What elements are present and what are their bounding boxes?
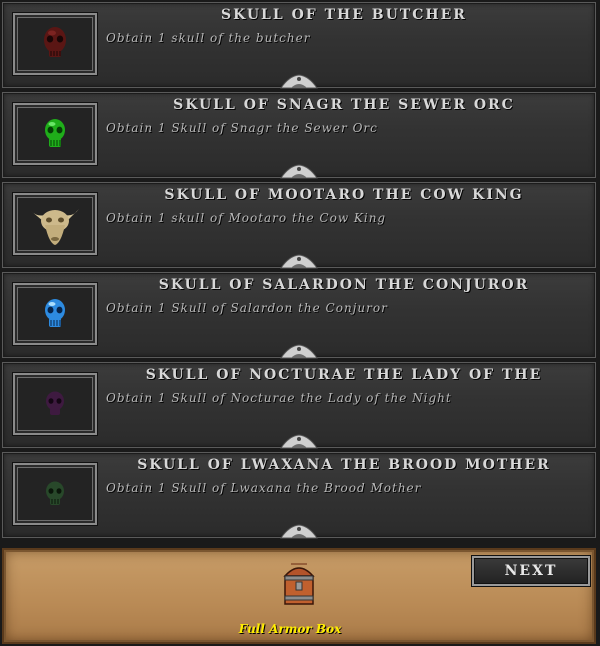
quest-row: SKULL OF MOOTARO THE COW KING Obtain 1 s… xyxy=(2,182,596,269)
quest-row: SKULL OF LWAXANA THE BROOD MOTHER Obtain… xyxy=(2,452,596,539)
quest-title: SKULL OF LWAXANA THE BROOD MOTHER xyxy=(137,457,551,473)
green-skull-icon xyxy=(45,119,65,147)
treasure-chest-icon[interactable] xyxy=(279,558,319,610)
quest-icon-frame xyxy=(13,373,97,435)
ornament-icon xyxy=(280,254,318,269)
quest-row: SKULL OF SALARDON THE CONJUROR Obtain 1 … xyxy=(2,272,596,359)
quest-description: Obtain 1 Skull of Snagr the Sewer Orc xyxy=(106,121,378,135)
quest-description: Obtain 1 Skull of Lwaxana the Brood Moth… xyxy=(106,481,422,495)
quest-icon-frame xyxy=(13,463,97,525)
quest-title: SKULL OF SNAGR THE SEWER ORC xyxy=(173,97,515,113)
cow-skull-icon xyxy=(31,209,79,245)
purple-skull-icon xyxy=(46,391,64,415)
quest-description: Obtain 1 Skull of Salardon the Conjuror xyxy=(106,301,388,315)
next-button[interactable]: NEXT xyxy=(472,556,590,586)
quest-icon-frame xyxy=(13,13,97,75)
quest-icon-frame xyxy=(13,193,97,255)
blue-skull-icon xyxy=(45,299,65,327)
ornament-icon xyxy=(280,74,318,89)
quest-icon-frame xyxy=(13,283,97,345)
reward-label: Full Armor Box xyxy=(238,622,342,636)
quest-icon-frame xyxy=(13,103,97,165)
quest-title: SKULL OF MOOTARO THE COW KING xyxy=(164,187,524,203)
quest-row: SKULL OF SNAGR THE SEWER ORC Obtain 1 Sk… xyxy=(2,92,596,179)
quest-description: Obtain 1 skull of Mootaro the Cow King xyxy=(106,211,387,225)
dark-green-skull-icon xyxy=(46,481,64,505)
quest-title: SKULL OF THE BUTCHER xyxy=(221,7,467,23)
ornament-icon xyxy=(280,164,318,179)
quest-row: SKULL OF NOCTURAE THE LADY OF THE Obtain… xyxy=(2,362,596,449)
quest-description: Obtain 1 Skull of Nocturae the Lady of t… xyxy=(106,391,452,405)
dark-red-skull-icon xyxy=(44,27,66,57)
quest-row: SKULL OF THE BUTCHER Obtain 1 skull of t… xyxy=(2,2,596,89)
quest-description: Obtain 1 skull of the butcher xyxy=(106,31,311,45)
quest-title: SKULL OF NOCTURAE THE LADY OF THE xyxy=(145,367,543,383)
quest-title: SKULL OF SALARDON THE CONJUROR xyxy=(158,277,530,293)
ornament-icon xyxy=(280,344,318,359)
ornament-icon xyxy=(280,524,318,539)
ornament-icon xyxy=(280,434,318,449)
